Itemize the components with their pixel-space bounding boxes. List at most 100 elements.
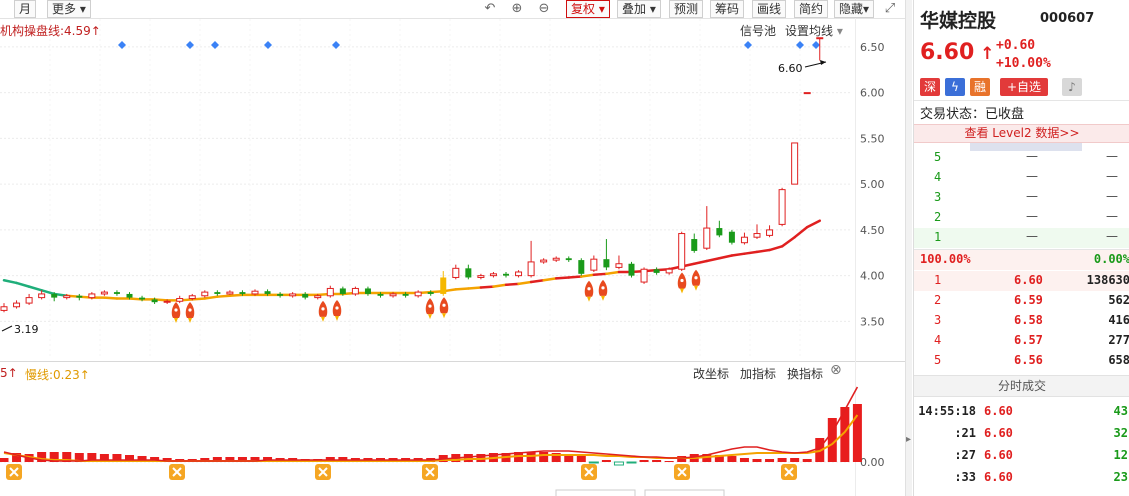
ma-line-segment — [203, 295, 219, 300]
fullscreen-icon[interactable]: ⤢ — [882, 1, 898, 17]
shenzhen-tag[interactable]: 深 — [920, 78, 940, 96]
y-tick-label: 5.50 — [860, 132, 885, 145]
more-button[interactable]: 更多 ▾ — [47, 0, 91, 18]
sell-level-row[interactable]: 5 — — — [914, 148, 1129, 168]
candle-body — [277, 293, 284, 296]
buy-level-row[interactable]: 4 6.57 277 — [914, 331, 1129, 351]
price-change-pct: +10.00% — [996, 56, 1051, 71]
candle-body — [640, 268, 648, 283]
rocket-signal-icon[interactable] — [598, 279, 608, 301]
ma-line-segment — [504, 282, 520, 287]
sub-histogram-bar — [727, 456, 737, 462]
adjust-button[interactable]: 复权 ▾ — [566, 0, 610, 18]
cross-signal-icon[interactable] — [422, 464, 438, 480]
rocket-signal-icon[interactable] — [439, 297, 449, 319]
sub-indicator-value: 5 — [0, 366, 8, 380]
rocket-signal-icon[interactable] — [171, 302, 181, 323]
sell-level-row[interactable]: 2 — — — [914, 208, 1129, 228]
chips-button[interactable]: 筹码 — [710, 0, 745, 18]
candle-body — [377, 293, 384, 296]
overlay-button[interactable]: 叠加 ▾ — [617, 0, 661, 18]
ma-line-segment — [2, 278, 18, 285]
cross-signal-icon[interactable] — [6, 464, 22, 480]
y-tick-label: 3.50 — [860, 315, 885, 328]
price-change: +0.60 — [996, 38, 1036, 53]
buy-price: 6.58 — [1014, 313, 1043, 327]
hide-button[interactable]: 隐藏▾ — [834, 0, 875, 18]
panel-splitter[interactable] — [905, 0, 912, 496]
predict-button[interactable]: 预测 — [669, 0, 704, 18]
zoom-out-icon[interactable]: ⊖ — [536, 1, 552, 17]
buy-level-row[interactable]: 3 6.58 416 — [914, 311, 1129, 331]
adjust-label: 复权 — [571, 2, 596, 16]
ma-line-segment — [40, 289, 56, 296]
sell-level-number: 2 — [934, 210, 942, 224]
undo-icon[interactable]: ↶ — [482, 1, 498, 17]
period-month-button[interactable]: 月 — [14, 0, 37, 18]
change-coord-link[interactable]: 改坐标 — [693, 365, 729, 382]
level2-link[interactable]: 查看 Level2 数据>> — [914, 124, 1129, 143]
buy-price: 6.60 — [1014, 273, 1043, 287]
cross-signal-icon[interactable] — [781, 464, 797, 480]
cross-signal-icon[interactable] — [315, 464, 331, 480]
rocket-signal-icon[interactable] — [425, 298, 435, 320]
candle-body — [0, 306, 8, 311]
candle-body — [740, 236, 748, 244]
set-ma-label: 设置均线 — [785, 24, 834, 38]
signal-diamond-icon — [812, 41, 820, 49]
candle-body — [314, 295, 322, 299]
kline-chart[interactable]: 6.50 6.00 5.50 5.00 4.50 4.00 3.50 0.00 — [0, 0, 905, 496]
rocket-signal-icon[interactable] — [318, 300, 328, 322]
rocket-signal-icon[interactable] — [691, 269, 701, 291]
cross-signal-icon[interactable] — [169, 464, 185, 480]
buy-sell-ratio: 100.00% 0.00% — [914, 250, 1129, 270]
set-ma-link[interactable]: 设置均线 ▾ — [785, 22, 843, 39]
stock-name: 华媒控股 — [920, 10, 997, 32]
close-subpanel-icon[interactable]: ⊗ — [830, 362, 842, 378]
signal-pool-link[interactable]: 信号池 — [740, 22, 776, 39]
sell-level-row[interactable]: 4 — — — [914, 168, 1129, 188]
simple-mode-button[interactable]: 简约 — [794, 0, 829, 18]
flash-icon[interactable]: ϟ — [945, 78, 965, 96]
switch-indicator-link[interactable]: 换指标 — [787, 365, 823, 382]
draw-line-button[interactable]: 画线 — [752, 0, 787, 18]
cross-signal-icon[interactable] — [581, 464, 597, 480]
candle-body — [188, 295, 196, 300]
sell-level-row[interactable]: 3 — — — [914, 188, 1129, 208]
candle-body — [402, 293, 409, 296]
candle-body — [389, 293, 397, 297]
margin-tag[interactable]: 融 — [970, 78, 990, 96]
add-watchlist-button[interactable]: +自选 — [1000, 78, 1048, 96]
ma-line-segment — [216, 294, 232, 298]
rocket-signal-icon[interactable] — [332, 299, 342, 321]
zoom-in-icon[interactable]: ⊕ — [509, 1, 525, 17]
candle-body — [477, 275, 485, 278]
sell-volume-empty: — — [1106, 209, 1118, 223]
indicator-value: 机构操盘线:4.59 — [0, 24, 91, 38]
alert-bell-icon[interactable]: ♪ — [1062, 78, 1082, 96]
buy-level-row[interactable]: 1 6.60 138630 — [914, 271, 1129, 291]
current-price-value: 6.60 — [920, 40, 975, 65]
sub-histogram-bar — [576, 456, 586, 462]
collapse-arrow-icon[interactable]: ▸ — [906, 434, 912, 448]
sell-price-empty: — — [1026, 229, 1038, 243]
sell-level-row[interactable]: 1 — — — [914, 228, 1129, 248]
buy-level-row[interactable]: 2 6.59 562 — [914, 291, 1129, 311]
bottom-tab-button — [644, 489, 725, 496]
ma-line-segment — [529, 278, 545, 284]
candle-body — [251, 290, 259, 295]
candle-body — [552, 257, 560, 261]
add-indicator-link[interactable]: 加指标 — [740, 365, 776, 382]
sell-volume-empty: — — [1106, 149, 1118, 163]
candle-body — [766, 229, 774, 236]
candle-body — [163, 300, 171, 303]
slow-line — [3, 414, 859, 462]
hide-label: 隐藏 — [839, 2, 864, 16]
buy-level-row[interactable]: 5 6.56 658 — [914, 351, 1129, 371]
y-tick-label: 6.50 — [860, 41, 885, 54]
rocket-signal-icon[interactable] — [185, 302, 195, 323]
candle-body — [226, 291, 234, 295]
rocket-signal-icon[interactable] — [584, 280, 594, 302]
cross-signal-icon[interactable] — [674, 464, 690, 480]
sub-indicator-label: 5↑ — [0, 366, 18, 380]
